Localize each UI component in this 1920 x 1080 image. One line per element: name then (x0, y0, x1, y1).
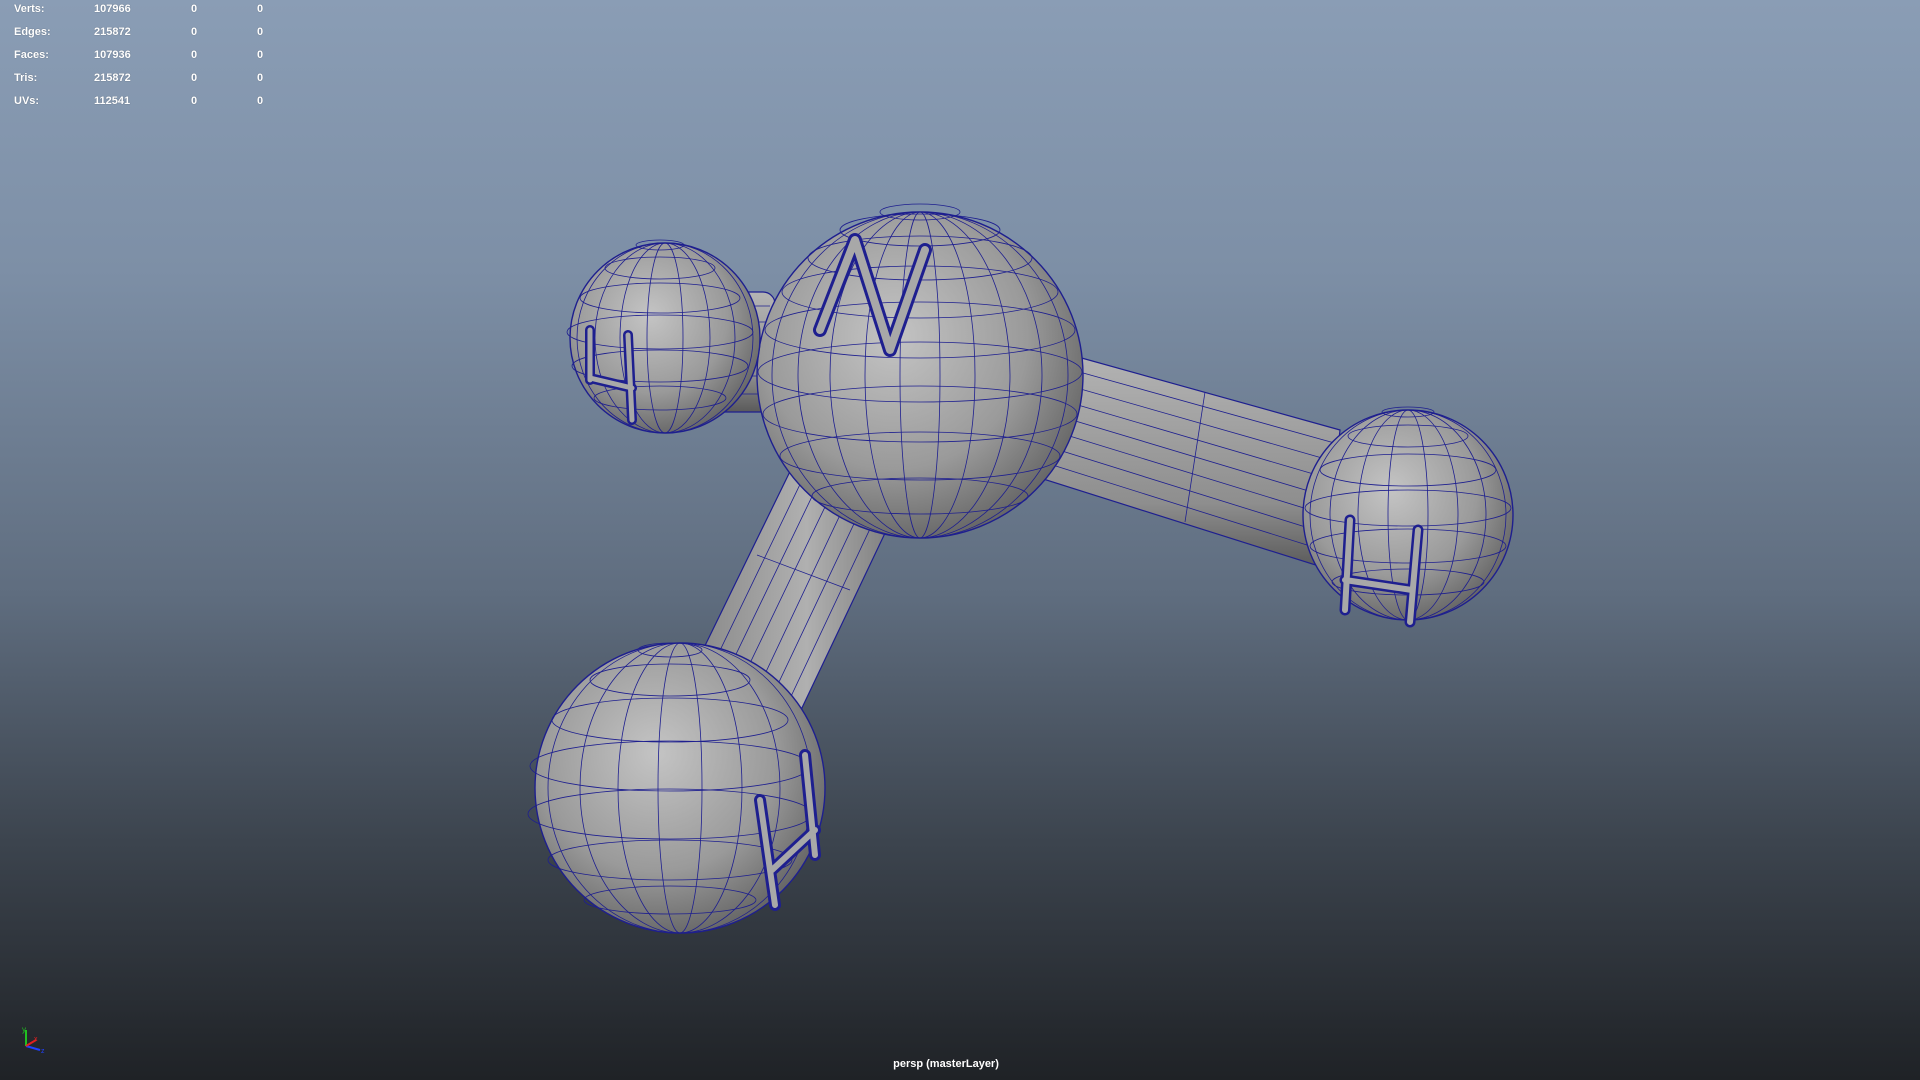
bond-cylinder-right[interactable] (1039, 351, 1341, 569)
nitrogen-atom-sphere[interactable] (756, 203, 1084, 539)
axis-gizmo-icon: y x z (22, 1025, 45, 1054)
perspective-viewport[interactable]: Verts: 107966 0 0 Edges: 215872 0 0 Face… (0, 0, 1920, 1080)
axis-label-y: y (22, 1025, 26, 1034)
hydrogen-atom-sphere-right[interactable] (1302, 406, 1514, 628)
hydrogen-atom-sphere-left[interactable] (566, 239, 761, 434)
axis-label-z: z (41, 1048, 45, 1054)
camera-label: persp (masterLayer) (893, 1058, 999, 1070)
axis-label-x: x (34, 1036, 38, 1043)
ammonia-molecule-model[interactable] (0, 0, 1920, 1080)
hydrogen-atom-sphere-bottom[interactable] (527, 642, 826, 934)
